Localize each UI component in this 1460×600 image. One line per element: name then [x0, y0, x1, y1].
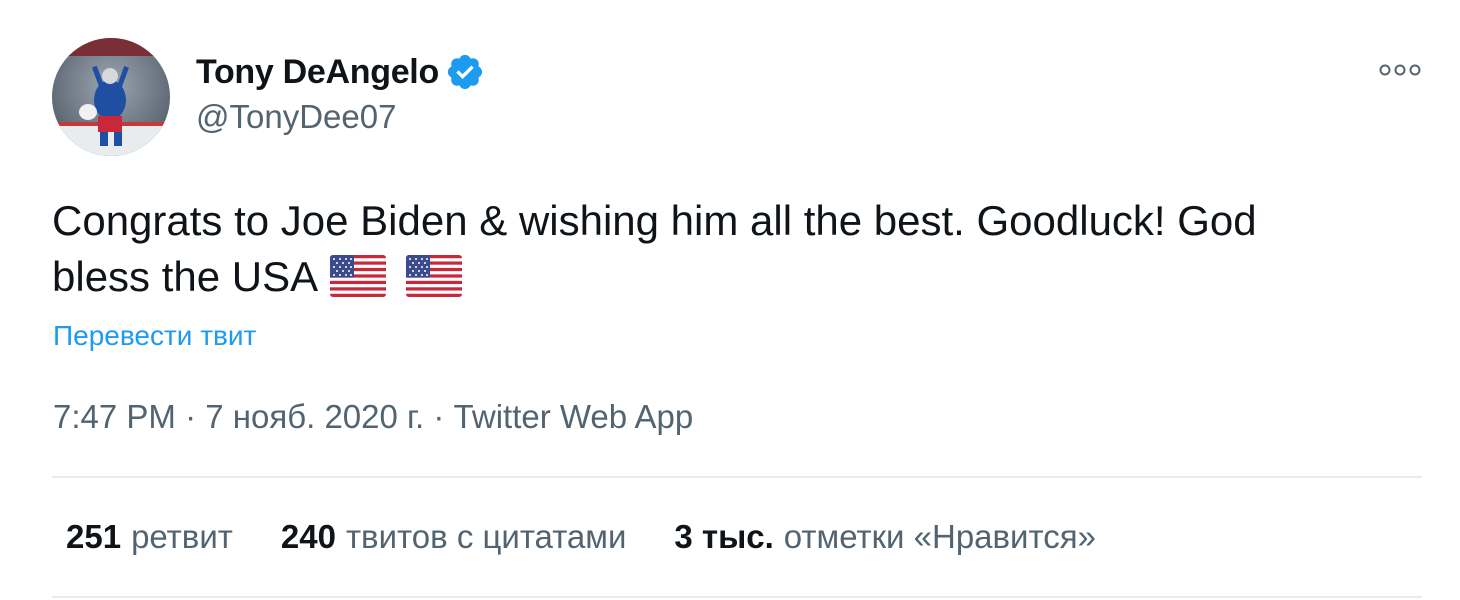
translate-tweet-link[interactable]: Перевести твит	[53, 320, 256, 352]
meta-separator: ·	[424, 398, 454, 435]
author-name-row: Tony DeAngelo	[196, 50, 485, 94]
retweets-label: ретвит	[131, 518, 233, 555]
tweet-text-line-2: bless the USA	[52, 253, 319, 300]
quote-tweets-label: твитов с цитатами	[345, 518, 627, 555]
quote-tweets-stat[interactable]: 240 твитов с цитатами	[281, 518, 627, 556]
likes-label: отметки «Нравится»	[783, 518, 1096, 555]
flag-usa-icon	[330, 254, 387, 297]
more-dots-icon	[1379, 64, 1421, 76]
tweet-text-line-1: Congrats to Joe Biden & wishing him all …	[52, 197, 1257, 244]
tweet-card: Tony DeAngelo @TonyDee07 Congrats to Joe…	[0, 0, 1460, 600]
meta-separator: ·	[175, 398, 206, 435]
author-display-name[interactable]: Tony DeAngelo	[196, 53, 439, 92]
tweet-metadata: 7:47 PM · 7 нояб. 2020 г. · Twitter Web …	[53, 398, 693, 436]
tweet-source-app[interactable]: Twitter Web App	[454, 398, 694, 435]
flag-usa-icon	[406, 254, 463, 297]
avatar[interactable]	[52, 38, 170, 156]
author-handle[interactable]: @TonyDee07	[196, 98, 396, 136]
engagement-stats: 251 ретвит 240 твитов с цитатами 3 тыс. отм…	[66, 518, 1144, 556]
retweets-count: 251	[66, 518, 122, 555]
more-options-button[interactable]	[1374, 52, 1426, 88]
likes-stat[interactable]: 3 тыс. отметки «Нравится»	[674, 518, 1096, 556]
verified-badge-icon	[445, 52, 485, 92]
retweets-stat[interactable]: 251 ретвит	[66, 518, 233, 556]
quote-tweets-count: 240	[280, 518, 336, 555]
tweet-date[interactable]: 7 нояб. 2020 г.	[205, 398, 424, 435]
divider	[52, 476, 1422, 478]
likes-count: 3 тыс.	[674, 518, 774, 555]
tweet-text: Congrats to Joe Biden & wishing him all …	[52, 193, 1432, 305]
divider	[52, 596, 1422, 598]
avatar-image	[52, 38, 170, 156]
tweet-time[interactable]: 7:47 PM	[53, 398, 176, 435]
